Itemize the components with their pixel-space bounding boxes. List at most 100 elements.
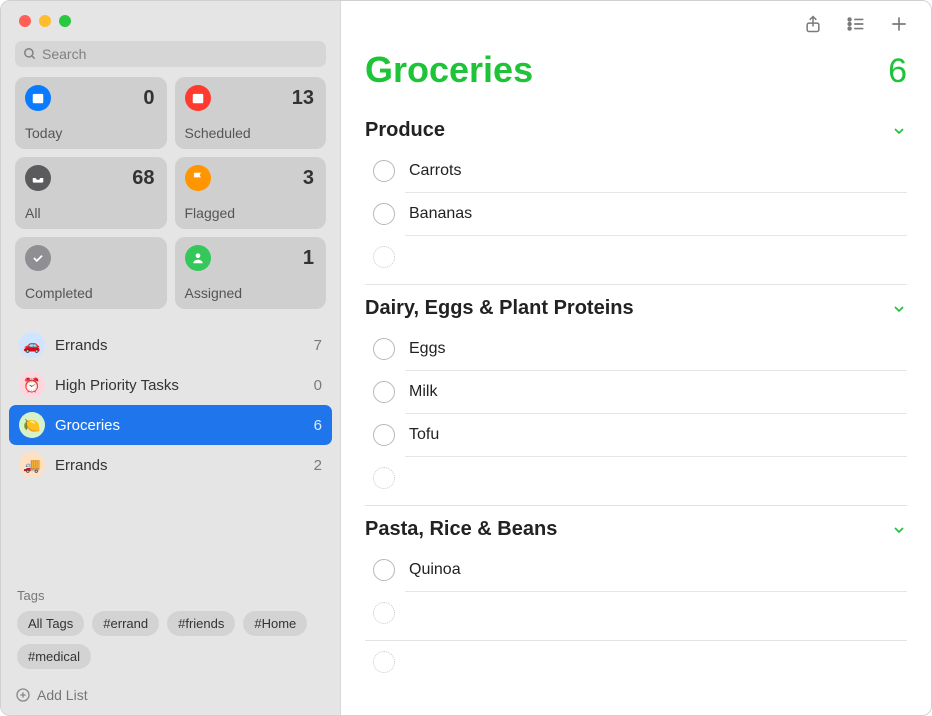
tag-medical[interactable]: #medical [17,644,91,669]
reminder-title[interactable]: Tofu [409,426,907,444]
reminder-row[interactable]: Milk [369,371,907,413]
tray-icon [25,165,51,191]
fullscreen-window-button[interactable] [59,15,71,27]
smart-list-today[interactable]: 0 Today [15,77,167,149]
reminder-title[interactable]: Bananas [409,205,907,223]
close-window-button[interactable] [19,15,31,27]
list-icon [845,13,867,35]
section-title: Produce [365,119,445,142]
main-panel: Groceries 6 Produce Carrots Bananas [341,1,931,715]
flag-icon [185,165,211,191]
section-header-produce[interactable]: Produce [365,119,907,142]
smart-list-scheduled[interactable]: 13 Scheduled [175,77,327,149]
today-label: Today [25,125,155,141]
smart-list-completed[interactable]: Completed [15,237,167,309]
chevron-down-icon [891,301,907,317]
calendar-icon [25,85,51,111]
reminder-title[interactable]: Quinoa [409,561,907,579]
reminder-row[interactable]: Carrots [369,150,907,192]
tags-section: Tags All Tags #errand #friends #Home #me… [1,578,340,677]
complete-toggle[interactable] [373,160,395,182]
smart-lists-grid: 0 Today 13 Scheduled 68 All [1,77,340,321]
complete-toggle[interactable] [373,203,395,225]
list-content: Groceries 6 Produce Carrots Bananas [341,39,931,715]
add-list-button[interactable]: Add List [1,677,340,715]
assigned-label: Assigned [185,285,315,301]
all-count: 68 [132,167,154,190]
add-reminder-button[interactable] [889,13,909,35]
new-reminder-placeholder[interactable] [373,246,395,268]
reminder-title[interactable]: Carrots [409,162,907,180]
plus-circle-icon [15,687,31,703]
toolbar [341,1,931,39]
section-header-dairy[interactable]: Dairy, Eggs & Plant Proteins [365,297,907,320]
my-lists: 🚗 Errands 7 ⏰ High Priority Tasks 0 🍋 Gr… [1,321,340,578]
tag-friends[interactable]: #friends [167,611,235,636]
scheduled-label: Scheduled [185,125,315,141]
section-title: Pasta, Rice & Beans [365,518,557,541]
smart-list-all[interactable]: 68 All [15,157,167,229]
section-title: Dairy, Eggs & Plant Proteins [365,297,634,320]
new-reminder-placeholder[interactable] [373,651,395,673]
minimize-window-button[interactable] [39,15,51,27]
new-reminder-row[interactable] [369,457,907,499]
view-options-button[interactable] [845,13,867,35]
flagged-label: Flagged [185,205,315,221]
search-input[interactable]: Search [15,41,326,67]
smart-list-assigned[interactable]: 1 Assigned [175,237,327,309]
complete-toggle[interactable] [373,559,395,581]
reminder-row[interactable]: Tofu [369,414,907,456]
car-icon: 🚗 [19,332,45,358]
reminder-row[interactable]: Bananas [369,193,907,235]
sidebar-item-high-priority[interactable]: ⏰ High Priority Tasks 0 [9,365,332,405]
list-title: Groceries [365,49,533,91]
tag-errand[interactable]: #errand [92,611,159,636]
scheduled-count: 13 [292,87,314,110]
section-produce: Produce Carrots Bananas [365,119,907,285]
add-list-label: Add List [37,687,88,703]
new-reminder-row[interactable] [369,592,907,634]
person-icon [185,245,211,271]
search-placeholder: Search [42,46,86,62]
reminder-row[interactable]: Eggs [369,328,907,370]
all-label: All [25,205,155,221]
today-count: 0 [143,87,154,110]
new-reminder-row[interactable] [369,236,907,278]
list-total-count: 6 [888,52,907,91]
chevron-down-icon [891,522,907,538]
checkmark-icon [25,245,51,271]
window-controls [1,1,340,37]
reminder-title[interactable]: Eggs [409,340,907,358]
plus-icon [889,14,909,34]
truck-icon: 🚚 [19,452,45,478]
chevron-down-icon [891,123,907,139]
share-button[interactable] [803,13,823,35]
tags-header: Tags [17,588,324,603]
new-reminder-placeholder[interactable] [373,602,395,624]
smart-list-flagged[interactable]: 3 Flagged [175,157,327,229]
sidebar-item-errands[interactable]: 🚗 Errands 7 [9,325,332,365]
section-dairy: Dairy, Eggs & Plant Proteins Eggs Milk T… [365,297,907,506]
share-icon [803,13,823,35]
reminder-title[interactable]: Milk [409,383,907,401]
sidebar: Search 0 Today 13 Scheduled [1,1,341,715]
calendar-icon [185,85,211,111]
sidebar-item-groceries[interactable]: 🍋 Groceries 6 [9,405,332,445]
app-window: Search 0 Today 13 Scheduled [0,0,932,716]
section-header-pasta[interactable]: Pasta, Rice & Beans [365,518,907,541]
sidebar-item-errands-2[interactable]: 🚚 Errands 2 [9,445,332,485]
complete-toggle[interactable] [373,381,395,403]
complete-toggle[interactable] [373,338,395,360]
search-icon [23,47,37,61]
lemon-icon: 🍋 [19,412,45,438]
section-pasta: Pasta, Rice & Beans Quinoa [365,518,907,683]
new-reminder-placeholder[interactable] [373,467,395,489]
new-reminder-row[interactable] [369,641,907,683]
tag-all[interactable]: All Tags [17,611,84,636]
reminder-row[interactable]: Quinoa [369,549,907,591]
tag-home[interactable]: #Home [243,611,307,636]
assigned-count: 1 [303,247,314,270]
completed-label: Completed [25,285,155,301]
complete-toggle[interactable] [373,424,395,446]
alarm-icon: ⏰ [19,372,45,398]
